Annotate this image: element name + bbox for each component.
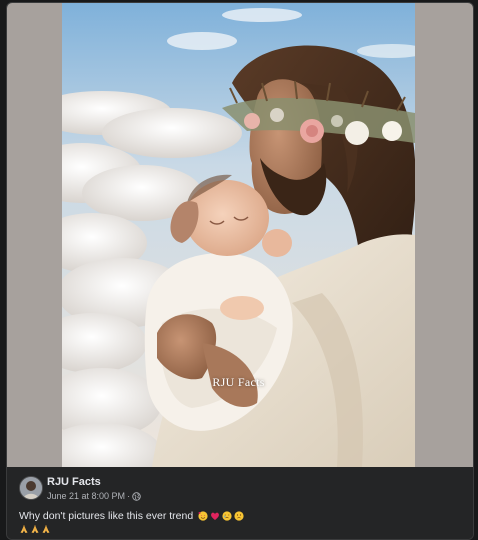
post-text-second-line [19, 524, 51, 534]
red-heart-icon [211, 512, 220, 520]
face-with-tears-icon [222, 511, 232, 521]
post-text: Why don't pictures like this ever trend [19, 510, 194, 522]
image-watermark: RJU Facts [212, 375, 265, 389]
folded-hands-icon [20, 525, 28, 533]
post-body: Why don't pictures like this ever trend [19, 510, 244, 522]
folded-hands-icon [31, 525, 39, 533]
folded-hands-icon [42, 525, 50, 533]
post-footer: RJU Facts June 21 at 8:00 PM · Why don't… [7, 467, 473, 539]
author-name[interactable]: RJU Facts [47, 476, 101, 488]
meta-separator: · [127, 491, 131, 501]
facebook-post-card: RJU Facts RJU Facts June 21 at 8:00 PM ·… [6, 2, 474, 540]
post-meta: June 21 at 8:00 PM · [47, 491, 141, 501]
avatar-image [20, 477, 42, 499]
globe-icon[interactable] [132, 491, 141, 501]
smiling-face-with-hearts-icon [198, 511, 208, 521]
post-media-frame[interactable]: RJU Facts [7, 3, 473, 467]
author-avatar[interactable] [19, 476, 43, 500]
post-image[interactable]: RJU Facts [62, 3, 415, 467]
sad-face-icon [234, 511, 244, 521]
jesus-holding-baby-illustration [62, 3, 415, 467]
post-date[interactable]: June 21 at 8:00 PM [47, 491, 125, 501]
post-text-emojis [198, 511, 244, 521]
